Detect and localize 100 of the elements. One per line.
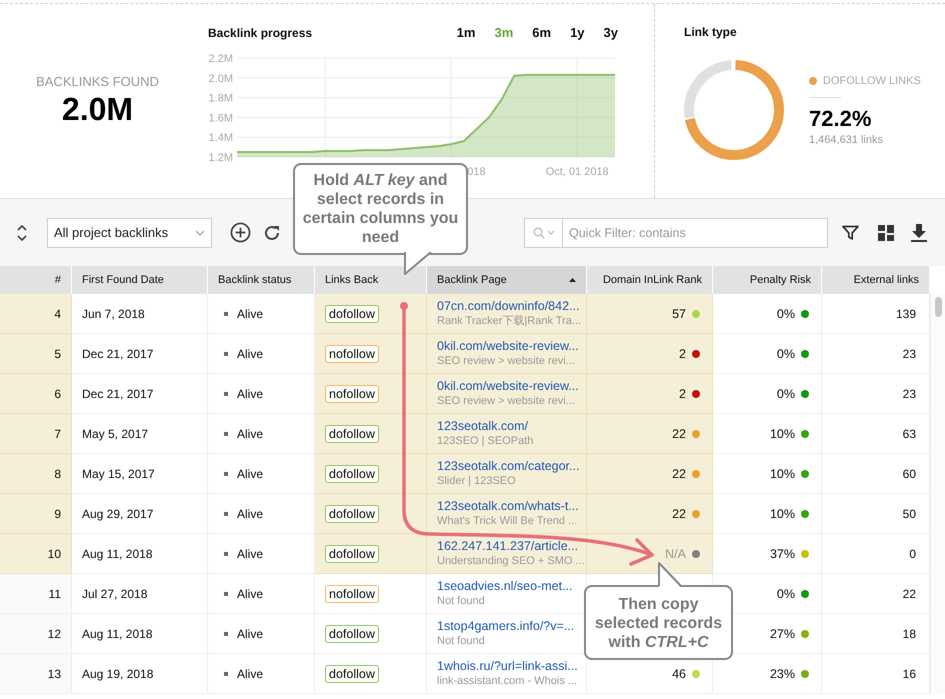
row-number: 4 (0, 294, 72, 334)
column-header[interactable]: Penalty Risk (713, 266, 822, 294)
external-links-cell: 22 (822, 574, 930, 614)
date-cell: Dec 21, 2017 (72, 334, 208, 374)
panel-title: Link type (684, 25, 738, 39)
status-marker (224, 392, 228, 396)
penalty-value: 10% (770, 426, 795, 440)
chart-title: Backlink progress (208, 26, 312, 40)
date-cell: May 15, 2017 (72, 454, 208, 494)
row-number: 9 (0, 494, 72, 534)
date-cell: Dec 21, 2017 (72, 374, 208, 414)
legend-label: DOFOLLOW LINKS (823, 74, 921, 86)
external-links-cell: 23 (822, 374, 930, 414)
column-header[interactable]: First Found Date (72, 266, 208, 294)
status-marker (224, 552, 228, 556)
column-header[interactable]: Domain InLink Rank (587, 266, 713, 294)
status-text: Alive (237, 466, 264, 480)
callout: Hold ALT key and select records in certain columns you need (293, 163, 468, 255)
link-type-tag: dofollow (325, 304, 379, 322)
chevron-down-icon (195, 230, 205, 236)
status-text: Alive (237, 386, 264, 400)
row-number: 7 (0, 414, 72, 454)
date-cell: Jun 7, 2018 (72, 294, 208, 334)
y-axis-label: 1.8M (208, 92, 233, 105)
refresh-button[interactable] (263, 224, 281, 242)
page-title: Rank Tracker下载|Rank Tra... (437, 314, 582, 328)
link-type-tag: dofollow (325, 424, 379, 442)
column-header[interactable]: Links Back (315, 266, 427, 294)
sort-toggle-button[interactable] (16, 224, 28, 242)
column-header[interactable]: Backlink Page (427, 266, 587, 294)
backlink-url[interactable]: 1seoadvies.nl/seo-met... (437, 578, 572, 594)
column-header[interactable]: # (0, 266, 72, 294)
date-cell: Aug 29, 2017 (72, 494, 208, 534)
layout-button[interactable] (878, 224, 894, 240)
download-icon (911, 224, 927, 242)
status-marker (224, 512, 228, 516)
penalty-value: 10% (770, 506, 795, 520)
status-marker (224, 472, 228, 476)
status-marker (224, 672, 228, 676)
sort-ascending-icon (569, 278, 576, 282)
column-header[interactable]: External links (822, 266, 930, 294)
range-tab[interactable]: 6m (532, 25, 552, 40)
page-title: Understanding SEO + SMO ... (437, 554, 585, 568)
row-number: 11 (0, 574, 72, 614)
y-axis-label: 1.6M (208, 112, 233, 124)
range-tab[interactable]: 1m (456, 25, 476, 40)
rank-value: 46 (672, 666, 686, 680)
range-tab[interactable]: 1y (570, 25, 585, 40)
filter-select[interactable]: All project backlinks (47, 218, 212, 248)
search-field[interactable]: Quick Filter: contains (524, 218, 828, 248)
penalty-value: 37% (770, 546, 795, 560)
y-axis-label: 2.0M (208, 72, 233, 85)
row-number: 13 (0, 654, 72, 694)
percent-value: 72.2% (809, 106, 872, 132)
backlink-url[interactable]: 162.247.141.237/article... (437, 538, 578, 554)
status-text: Alive (237, 666, 264, 680)
backlink-url[interactable]: 123seotalk.com/categor... (437, 458, 580, 474)
y-axis-label: 1.2M (208, 152, 233, 164)
external-links-cell: 0 (822, 534, 930, 574)
legend-dot (809, 76, 817, 84)
backlink-url[interactable]: 07cn.com/downinfo/842... (437, 298, 580, 314)
link-type-tag: dofollow (325, 504, 379, 522)
filter-button[interactable] (842, 224, 859, 240)
row-number: 12 (0, 614, 72, 654)
external-links-cell: 23 (822, 334, 930, 374)
penalty-value: 23% (770, 666, 795, 680)
date-cell: Aug 19, 2018 (72, 654, 208, 694)
page-title: Slider | 123SEO (437, 474, 516, 488)
external-links-cell: 60 (822, 454, 930, 494)
status-marker (224, 432, 228, 436)
status-marker (224, 312, 228, 316)
status-text: Alive (237, 306, 264, 320)
link-type-tag: dofollow (325, 624, 379, 642)
plus-circle-icon (230, 222, 251, 243)
backlink-url[interactable]: 1stop4gamers.info/?v=... (437, 618, 574, 634)
rank-value: N/A (665, 546, 686, 560)
backlink-url[interactable]: 1whois.ru/?url=link-assi... (437, 658, 578, 674)
link-type-tag: nofollow (325, 384, 379, 402)
x-axis-label: Oct, 01 2018 (546, 166, 609, 178)
penalty-value: 10% (770, 466, 795, 480)
refresh-icon (263, 224, 281, 242)
backlink-url[interactable]: 0kil.com/website-review... (437, 338, 579, 354)
status-marker (224, 632, 228, 636)
rank-value: 22 (672, 426, 686, 440)
rank-value: 57 (672, 306, 686, 320)
external-links-cell: 63 (822, 414, 930, 454)
stat-value: 2.0M (62, 91, 134, 128)
status-text: Alive (237, 586, 264, 600)
backlink-url[interactable]: 123seotalk.com/whats-t... (437, 498, 579, 514)
rank-value: 2 (679, 386, 686, 400)
range-tab[interactable]: 3y (604, 25, 618, 40)
row-number: 10 (0, 534, 72, 574)
download-button[interactable] (911, 224, 927, 242)
backlink-url[interactable]: 0kil.com/website-review... (437, 378, 579, 394)
scrollbar[interactable] (930, 294, 945, 694)
column-header[interactable]: Backlink status (208, 266, 315, 294)
backlink-url[interactable]: 123seotalk.com/ (437, 418, 528, 434)
y-axis-label: 1.4M (208, 132, 233, 144)
status-text: Alive (237, 506, 264, 520)
add-button[interactable] (230, 222, 251, 243)
